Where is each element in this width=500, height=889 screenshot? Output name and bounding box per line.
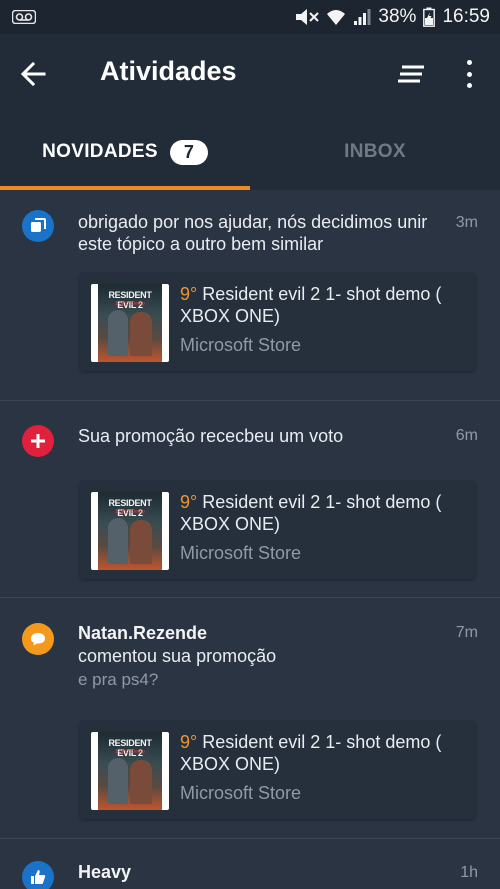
clock: 16:59 [442,6,490,27]
activity-time: 3m [455,214,478,231]
status-bar: 38% 16:59 [0,0,500,34]
more-dot-icon [466,71,472,77]
activity-feed: obrigado por nos ajudar, nós decidimos u… [0,190,500,889]
filter-button[interactable] [396,62,426,86]
back-arrow-icon [20,62,46,86]
deal-title: 9° Resident evil 2 1- shot demo ( XBOX O… [180,732,442,774]
comment-icon [22,623,54,655]
activity-text: Sua promoção rececbeu um voto [78,426,344,446]
deal-card[interactable]: RESIDENT EVIL 2 1-Shot Demo 9° Resident e… [80,273,475,371]
battery-icon [423,7,436,27]
more-dot-icon [466,60,472,65]
activity-item[interactable]: obrigado por nos ajudar, nós decidimos u… [0,190,500,401]
comment-preview: e pra ps4? [78,670,159,689]
deal-title: 9° Resident evil 2 1- shot demo ( XBOX O… [180,492,442,534]
tab-inbox-label: INBOX [344,141,406,162]
more-dot-icon [466,83,472,88]
tab-novidades-label: NOVIDADES [42,141,158,162]
mute-icon [293,7,320,27]
activity-item[interactable]: Natan.Rezende comentou sua promoção e pr… [0,598,500,839]
activity-text: obrigado por nos ajudar, nós decidimos u… [78,212,428,254]
more-options-button[interactable] [458,58,480,90]
deal-title: 9° Resident evil 2 1- shot demo ( XBOX O… [180,284,442,326]
deal-card[interactable]: RESIDENT EVIL 2 1-Shot Demo 9° Resident e… [80,721,475,819]
deal-temperature: 9° [180,732,198,752]
activity-time: 6m [455,427,478,444]
thumbs-up-icon [22,861,54,889]
plus-icon [22,425,54,457]
sort-icon [398,65,424,83]
tab-bar: NOVIDADES 7 INBOX [0,114,500,190]
deal-thumbnail: RESIDENT EVIL 2 1-Shot Demo [91,732,169,810]
notification-count-badge: 7 [169,139,208,165]
user-name[interactable]: Heavy [78,861,131,883]
deal-thumbnail: RESIDENT EVIL 2 1-Shot Demo [91,492,169,570]
wifi-icon [326,8,346,26]
activity-text: comentou sua promoção [78,646,277,666]
tab-inbox[interactable]: INBOX [250,114,500,190]
activity-time: 1h [460,864,478,881]
signal-icon [353,8,371,26]
tab-novidades[interactable]: NOVIDADES 7 [0,114,250,190]
battery-percent: 38% [378,6,417,27]
app-bar: Atividades [0,34,500,114]
deal-store: Microsoft Store [180,335,302,355]
merge-icon [22,210,54,242]
deal-temperature: 9° [180,492,198,512]
voicemail-icon [12,10,36,24]
deal-card[interactable]: RESIDENT EVIL 2 1-Shot Demo 9° Resident e… [80,481,475,579]
back-button[interactable] [18,60,48,88]
page-title: Atividades [100,56,237,86]
user-name[interactable]: Natan.Rezende [78,622,207,644]
deal-store: Microsoft Store [180,543,302,563]
activity-time: 7m [455,624,478,641]
activity-item[interactable]: Heavy 1h [0,839,500,889]
activity-item[interactable]: Sua promoção rececbeu um voto 6m RESIDEN… [0,401,500,598]
deal-thumbnail: RESIDENT EVIL 2 1-Shot Demo [91,284,169,362]
deal-temperature: 9° [180,284,198,304]
deal-store: Microsoft Store [180,783,302,803]
